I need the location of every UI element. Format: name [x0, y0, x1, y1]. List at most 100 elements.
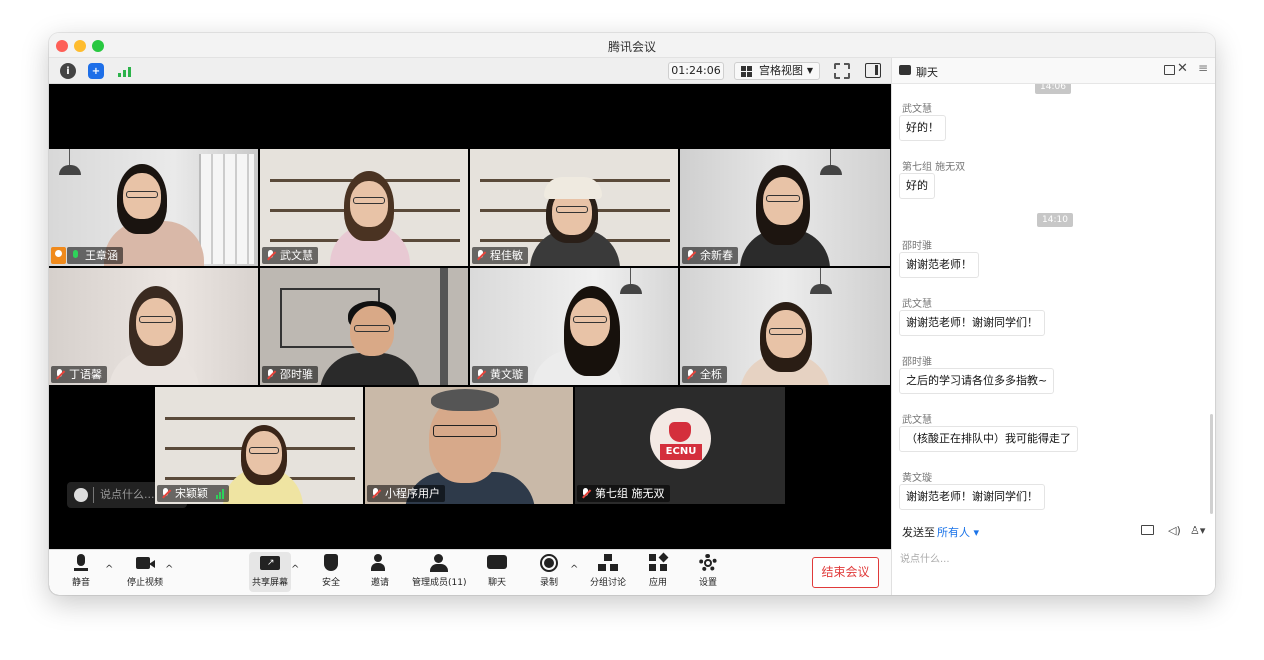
avatar-text: ECNU	[660, 444, 702, 460]
participant-name: 全栎	[700, 368, 722, 381]
file-icon[interactable]	[1141, 525, 1154, 535]
meeting-timer: 01:24:06	[668, 62, 724, 80]
chat-title: 聊天	[916, 66, 938, 79]
chat-message-list[interactable]: 14:06 武文慧 好的！ 第七组 施无双 好的 14:10 邵时骓 谢谢范老师…	[892, 84, 1215, 520]
mic-muted-icon	[581, 488, 590, 499]
security-shield-icon[interactable]: +	[88, 63, 104, 79]
video-tile[interactable]: 余新春	[680, 149, 890, 266]
video-tile[interactable]: 王章涵	[49, 149, 258, 266]
invite-button[interactable]: 邀请	[370, 554, 390, 588]
settings-label: 设置	[698, 578, 717, 588]
meeting-main-area: i + 01:24:06 宫格视图 ▼ 王章涵 武文慧 程佳敏 余新春 丁语馨 …	[49, 58, 891, 595]
record-button[interactable]: 录制	[539, 554, 559, 588]
participant-name: 邵时骓	[280, 368, 313, 381]
chevron-down-icon: ▼	[806, 66, 813, 75]
video-tile[interactable]: 丁语馨	[49, 268, 258, 385]
toggle-sidebar-icon[interactable]	[865, 63, 881, 78]
popout-icon[interactable]	[1164, 65, 1175, 75]
chevron-up-icon[interactable]: ^	[291, 564, 299, 575]
participant-name: 宋颖颖	[175, 487, 208, 500]
share-screen-label: 共享屏幕	[252, 578, 289, 588]
meeting-window: 腾讯会议 i + 01:24:06 宫格视图 ▼ 王章涵 武文慧 程佳敏 余新春…	[49, 33, 1215, 595]
video-tile[interactable]: 宋颖颖	[155, 387, 363, 504]
meeting-top-bar: i + 01:24:06 宫格视图 ▼	[49, 58, 891, 84]
microphone-icon	[71, 554, 91, 572]
send-to-target: 所有人	[937, 526, 970, 539]
participant-name-tag: 王章涵	[67, 247, 123, 264]
grid-view-icon	[741, 66, 752, 77]
chevron-up-icon[interactable]: ^	[105, 564, 113, 575]
view-mode-label: 宫格视图	[759, 64, 803, 77]
participant-name: 第七组 施无双	[595, 487, 665, 500]
manage-members-button[interactable]: 管理成员(11)	[412, 554, 466, 588]
video-tile[interactable]: 小程序用户	[365, 387, 573, 504]
message-bubble[interactable]: 谢谢范老师！谢谢同学们！	[899, 310, 1045, 336]
network-signal-icon[interactable]	[116, 63, 132, 79]
video-tile[interactable]: 邵时骓	[260, 268, 468, 385]
message-bubble[interactable]: （核酸正在排队中）我可能得走了	[899, 426, 1078, 452]
participant-name: 黄文璇	[490, 368, 523, 381]
video-tile[interactable]: 程佳敏	[470, 149, 678, 266]
apps-icon	[648, 552, 669, 572]
close-icon[interactable]: ✕	[1177, 61, 1188, 76]
info-icon[interactable]: i	[60, 63, 76, 79]
end-meeting-button[interactable]: 结束会议	[812, 557, 879, 588]
participant-name: 程佳敏	[490, 249, 523, 262]
emoji-icon[interactable]	[74, 488, 88, 502]
send-to-recipient-dropdown[interactable]: 所有人 ▾	[937, 524, 979, 540]
menu-icon[interactable]: ≡	[1198, 61, 1208, 75]
breakout-icon	[598, 554, 618, 572]
stop-video-button[interactable]: 停止视频	[127, 554, 163, 588]
mic-muted-icon	[266, 250, 275, 261]
video-tile[interactable]: ECNU 第七组 施无双	[575, 387, 785, 504]
video-tile[interactable]: 武文慧	[260, 149, 468, 266]
video-tile[interactable]: 黄文璇	[470, 268, 678, 385]
chevron-up-icon[interactable]: ^	[165, 564, 173, 575]
chat-button[interactable]: 聊天	[487, 554, 507, 588]
participant-name-tag: 黄文璇	[472, 366, 528, 383]
security-button[interactable]: 安全	[321, 554, 341, 588]
message-bubble[interactable]: 谢谢范老师！	[899, 252, 979, 278]
settings-button[interactable]: 设置	[698, 554, 718, 588]
participant-name-tag: 余新春	[682, 247, 738, 264]
mic-muted-icon	[55, 369, 64, 380]
stop-video-label: 停止视频	[127, 578, 164, 588]
manage-members-label: 管理成员(11)	[412, 578, 467, 588]
window-title: 腾讯会议	[607, 40, 656, 54]
fullscreen-icon[interactable]	[834, 63, 850, 79]
message-sender: 第七组 施无双	[902, 162, 966, 173]
chat-input[interactable]: 说点什么...	[900, 550, 950, 565]
message-bubble[interactable]: 之后的学习请各位多多指教~	[899, 368, 1055, 394]
security-label: 安全	[321, 578, 340, 588]
volume-icon[interactable]: ◁)	[1168, 524, 1181, 537]
view-mode-dropdown[interactable]: 宫格视图 ▼	[734, 62, 820, 80]
user-settings-icon[interactable]: ♙▾	[1190, 524, 1205, 537]
message-sender: 武文慧	[902, 104, 932, 115]
apps-button[interactable]: 应用	[648, 552, 669, 588]
chevron-up-icon[interactable]: ^	[570, 564, 578, 575]
members-icon	[429, 554, 449, 572]
breakout-label: 分组讨论	[590, 578, 627, 588]
record-label: 录制	[539, 578, 558, 588]
video-tile[interactable]: 全栎	[680, 268, 890, 385]
participant-name-tag: 程佳敏	[472, 247, 528, 264]
video-camera-icon	[135, 554, 155, 572]
message-sender: 武文慧	[902, 299, 932, 310]
audio-level-icon	[215, 489, 224, 499]
chat-scrollbar[interactable]	[1210, 414, 1213, 514]
apps-label: 应用	[648, 578, 667, 588]
participant-name-tag: 宋颖颖	[157, 485, 229, 502]
message-bubble[interactable]: 好的！	[899, 115, 946, 141]
message-bubble[interactable]: 谢谢范老师！谢谢同学们！	[899, 484, 1045, 510]
meeting-toolbar: 静音 ^ 停止视频 ^ ↗ 共享屏幕 ^ 安全 邀请 管理成员(11) 聊天 录…	[49, 549, 891, 595]
share-screen-button[interactable]: ↗ 共享屏幕	[249, 552, 292, 592]
message-sender: 武文慧	[902, 415, 932, 426]
ecnu-avatar: ECNU	[650, 408, 711, 469]
mute-button[interactable]: 静音	[71, 554, 91, 588]
send-to-row: 发送至 所有人 ▾ ◁) ♙▾	[892, 520, 1215, 542]
message-bubble[interactable]: 好的	[899, 173, 935, 199]
send-to-label: 发送至	[902, 526, 935, 539]
participant-name-tag: 全栎	[682, 366, 727, 383]
chat-bubble-icon	[487, 554, 507, 572]
breakout-rooms-button[interactable]: 分组讨论	[590, 554, 626, 588]
